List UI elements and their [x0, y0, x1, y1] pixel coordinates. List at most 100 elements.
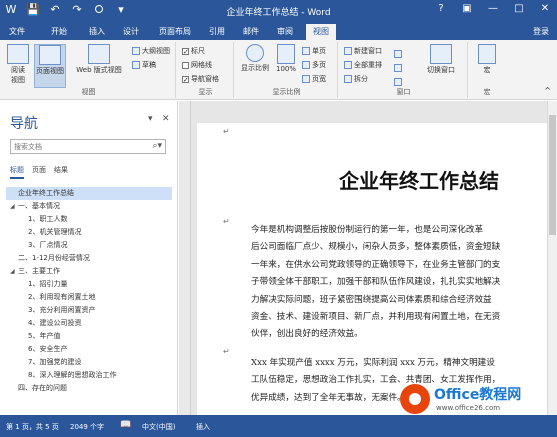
nav-heading-item[interactable]: 企业年终工作总结	[6, 187, 172, 200]
zoom-group: 显示比例 100% 单页 多页 页宽 显示比例	[236, 42, 338, 98]
nav-tab-results[interactable]: 结果	[54, 165, 68, 179]
nav-heading-item[interactable]: ◢ 三、主要工作	[6, 265, 172, 278]
new-window-button[interactable]: 新建窗口	[344, 46, 382, 56]
ribbon-tabs: 文件 开始 插入 设计 页面布局 引用 邮件 审阅 视图 登录	[0, 22, 557, 40]
page-count[interactable]: 第 1 页，共 5 页	[6, 422, 59, 432]
print-layout-button[interactable]: 页面视图	[34, 44, 66, 88]
nav-heading-label: 3、充分利用闲置资产	[28, 306, 96, 314]
view-group: 阅读 视图 页面视图 Web 版式视图 大纲视图 草稿 视图	[2, 42, 176, 98]
paragraph-mark: ↵	[223, 127, 230, 136]
nav-pane-checkbox[interactable]: ✓ 导航窗格	[182, 74, 219, 84]
scrollbar-thumb[interactable]	[549, 115, 556, 235]
macro-group: 宏 宏	[470, 42, 504, 98]
nav-heading-item[interactable]: 1、招引力量	[6, 278, 172, 291]
arrange-all-button[interactable]: 全部重排	[344, 60, 382, 70]
macros-icon	[478, 44, 496, 64]
zoom-100-button[interactable]: 100%	[274, 44, 298, 73]
ribbon-display-options-icon[interactable]: ▣	[461, 3, 473, 14]
zoom-group-label: 显示比例	[272, 88, 301, 96]
one-page-button[interactable]: 单页	[302, 46, 326, 56]
expand-triangle-icon[interactable]: ◢	[10, 265, 18, 278]
web-layout-button[interactable]: Web 版式视图	[68, 44, 130, 75]
nav-heading-item[interactable]: 6、安全生产	[6, 343, 172, 356]
macros-button[interactable]: 宏	[474, 44, 500, 75]
search-icon[interactable]: ⌕▾	[152, 141, 162, 151]
reset-window-icon[interactable]	[394, 78, 402, 86]
search-placeholder: 搜索文档	[14, 143, 42, 151]
para-line: 子带领全体干部职工，加强干部和队伍作风建设，扎扎实实地解决	[251, 277, 501, 288]
nav-heading-label: 四、存在的问题	[18, 384, 67, 392]
tab-view[interactable]: 视图	[306, 24, 336, 40]
nav-heading-item[interactable]: 4、建设公司投资	[6, 317, 172, 330]
nav-close-icon[interactable]: ✕	[162, 114, 170, 124]
nav-heading-item[interactable]: 四、存在的问题	[6, 382, 172, 395]
multi-page-button[interactable]: 多页	[302, 60, 326, 70]
nav-heading-item[interactable]: 7、加强党的建设	[6, 356, 172, 369]
nav-heading-item[interactable]: 3、充分利用闲置资产	[6, 304, 172, 317]
nav-heading-item[interactable]: ◢ 一、基本情况	[6, 200, 172, 213]
nav-heading-label: 企业年终工作总结	[18, 189, 74, 197]
page-width-button[interactable]: 页宽	[302, 74, 326, 84]
nav-heading-item[interactable]: 3、厂点情况	[6, 239, 172, 252]
nav-heading-item[interactable]: 二、1-12月份经营情况	[6, 252, 172, 265]
tab-home[interactable]: 开始	[44, 24, 74, 40]
document-title: 企业年终工作总结	[339, 169, 499, 193]
read-mode-icon	[7, 44, 29, 64]
close-button[interactable]: ✕	[539, 3, 551, 14]
tab-review[interactable]: 审阅	[272, 24, 298, 40]
zoom-button[interactable]: 显示比例	[238, 44, 272, 73]
tab-insert[interactable]: 插入	[84, 24, 110, 40]
para-line: 伙伴，创出良好的经济效益。	[251, 329, 363, 340]
gridlines-checkbox[interactable]: 网格线	[182, 60, 212, 70]
view-group-label: 视图	[81, 88, 96, 96]
maximize-button[interactable]: □	[513, 3, 525, 14]
paragraph-mark: ↵	[223, 217, 230, 226]
tab-design[interactable]: 设计	[118, 24, 144, 40]
collapse-ribbon-icon[interactable]: ^	[544, 86, 551, 95]
nav-options-icon[interactable]: ▾	[148, 114, 153, 124]
draft-icon	[132, 61, 140, 69]
nav-tab-headings[interactable]: 标题	[10, 165, 24, 179]
ruler-check-mark: ✓	[182, 47, 189, 56]
word-count[interactable]: 2049 个字	[70, 422, 104, 432]
expand-triangle-icon[interactable]: ◢	[10, 200, 18, 213]
nav-heading-label: 一、基本情况	[18, 202, 60, 210]
arrange-all-icon	[344, 61, 352, 69]
tab-page-layout[interactable]: 页面布局	[154, 24, 196, 40]
nav-heading-item[interactable]: 2、利用现有闲置土地	[6, 291, 172, 304]
read-mode-button[interactable]: 阅读 视图	[4, 44, 32, 85]
gridlines-check-box	[182, 61, 189, 69]
switch-windows-button[interactable]: 切换窗口	[418, 44, 464, 75]
document-page: ↵ 企业年终工作总结 ↵ 今年是机构调整后按股份制运行的第一年，也是公司深化改革…	[197, 123, 557, 415]
login-link[interactable]: 登录	[529, 24, 553, 40]
side-by-side-icon[interactable]	[394, 50, 402, 58]
nav-heading-label: 6、安全生产	[28, 345, 68, 353]
nav-heading-item[interactable]: 1、职工人数	[6, 213, 172, 226]
ribbon: 阅读 视图 页面视图 Web 版式视图 大纲视图 草稿 视图 ✓ 标尺 网格线	[0, 40, 557, 100]
nav-pane-check-mark: ✓	[182, 75, 189, 84]
search-input[interactable]: 搜索文档 ⌕▾	[10, 139, 166, 154]
minimize-button[interactable]: —	[487, 3, 499, 14]
nav-heading-label: 4、建设公司投资	[28, 319, 82, 327]
site-watermark: Office教程网 www.office26.com	[400, 380, 557, 420]
split-button[interactable]: 拆分	[344, 74, 368, 84]
tab-file[interactable]: 文件	[0, 24, 34, 40]
nav-heading-item[interactable]: 2、机关管理情况	[6, 226, 172, 239]
help-icon[interactable]: ?	[435, 3, 447, 14]
proofing-icon[interactable]: 📖	[120, 420, 131, 430]
draft-button[interactable]: 草稿	[132, 60, 156, 70]
window-group: 新建窗口 全部重排 拆分 切换窗口 窗口	[340, 42, 468, 98]
insert-mode[interactable]: 插入	[196, 422, 210, 432]
ruler-checkbox[interactable]: ✓ 标尺	[182, 46, 205, 56]
tab-references[interactable]: 引用	[204, 24, 230, 40]
tab-mailings[interactable]: 邮件	[238, 24, 264, 40]
nav-heading-item[interactable]: 8、深入理解的思想政治工作	[6, 369, 172, 382]
nav-tab-pages[interactable]: 页面	[32, 165, 46, 179]
nav-heading-item[interactable]: 5、年产值	[6, 330, 172, 343]
sync-scroll-icon[interactable]	[394, 64, 402, 72]
nav-heading-label: 2、利用现有闲置土地	[28, 293, 96, 301]
language[interactable]: 中文(中国)	[142, 422, 175, 432]
vertical-scrollbar[interactable]	[547, 101, 557, 415]
zoom-100-icon	[277, 44, 295, 64]
outline-button[interactable]: 大纲视图	[132, 46, 170, 56]
